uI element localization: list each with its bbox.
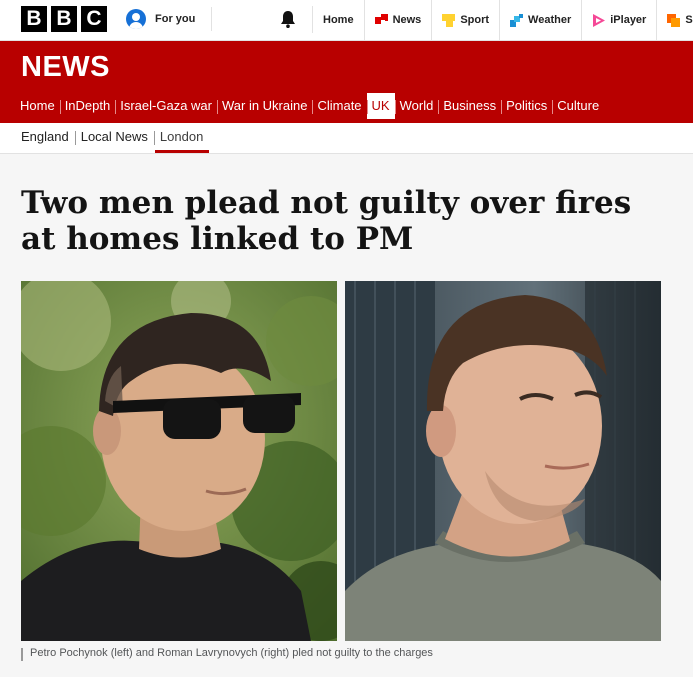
top-link-sport[interactable]: Sport bbox=[432, 0, 501, 40]
top-link-home-label: Home bbox=[323, 14, 354, 26]
subnav-item-england[interactable]: England bbox=[21, 123, 75, 153]
secondary-nav: England Local News London bbox=[0, 123, 693, 154]
bell-icon[interactable] bbox=[278, 9, 298, 29]
nav-item-war-in-ukraine[interactable]: War in Ukraine bbox=[216, 93, 312, 123]
top-link-sport-label: Sport bbox=[460, 14, 490, 26]
top-link-iplayer[interactable]: iPlayer bbox=[582, 0, 658, 40]
caption-marker bbox=[21, 648, 23, 661]
section-title[interactable]: NEWS bbox=[21, 51, 110, 84]
bbc-logo[interactable]: B B C bbox=[21, 6, 107, 32]
subnav-item-local-news[interactable]: Local News bbox=[74, 123, 154, 153]
for-you-link[interactable]: For you bbox=[126, 7, 213, 31]
top-link-news[interactable]: News bbox=[365, 0, 433, 40]
logo-letter-c: C bbox=[81, 6, 107, 32]
top-link-iplayer-label: iPlayer bbox=[610, 14, 647, 26]
article-headline: Two men plead not guilty over fires at h… bbox=[21, 185, 632, 257]
global-header: B B C For you Home News Sport Weather iP… bbox=[0, 0, 693, 41]
iplayer-icon bbox=[592, 13, 606, 27]
subnav-item-london[interactable]: London bbox=[153, 123, 210, 153]
top-link-weather-label: Weather bbox=[528, 14, 572, 26]
top-link-sounds[interactable]: So bbox=[657, 0, 693, 40]
user-avatar-icon bbox=[126, 9, 146, 29]
nav-item-climate[interactable]: Climate bbox=[312, 93, 366, 123]
logo-letter-b2: B bbox=[51, 6, 77, 32]
weather-icon bbox=[510, 13, 524, 27]
nav-item-business[interactable]: Business bbox=[438, 93, 501, 123]
top-link-weather[interactable]: Weather bbox=[500, 0, 583, 40]
top-link-home[interactable]: Home bbox=[313, 0, 365, 40]
nav-item-israel-gaza-war[interactable]: Israel-Gaza war bbox=[115, 93, 217, 123]
top-link-news-label: News bbox=[392, 14, 422, 26]
nav-item-culture[interactable]: Culture bbox=[552, 93, 604, 123]
nav-item-indepth[interactable]: InDepth bbox=[59, 93, 116, 123]
photo-caption: Petro Pochynok (left) and Roman Lavrynov… bbox=[30, 647, 433, 659]
sport-icon bbox=[442, 13, 456, 27]
article-photo-right bbox=[345, 281, 661, 641]
top-links: Home News Sport Weather iPlayer S bbox=[313, 0, 693, 40]
news-header: NEWS Home InDepth Israel-Gaza war War in… bbox=[0, 41, 693, 123]
nav-item-politics[interactable]: Politics bbox=[501, 93, 552, 123]
article-photo-left bbox=[21, 281, 337, 641]
nav-item-world[interactable]: World bbox=[394, 93, 439, 123]
logo-letter-b1: B bbox=[21, 6, 47, 32]
sounds-icon bbox=[667, 13, 681, 27]
news-icon bbox=[374, 13, 388, 27]
primary-nav: Home InDepth Israel-Gaza war War in Ukra… bbox=[15, 93, 604, 123]
nav-item-uk[interactable]: UK bbox=[366, 93, 395, 123]
top-link-sounds-label: So bbox=[685, 14, 693, 26]
for-you-label: For you bbox=[155, 13, 196, 25]
nav-item-home[interactable]: Home bbox=[15, 93, 60, 123]
